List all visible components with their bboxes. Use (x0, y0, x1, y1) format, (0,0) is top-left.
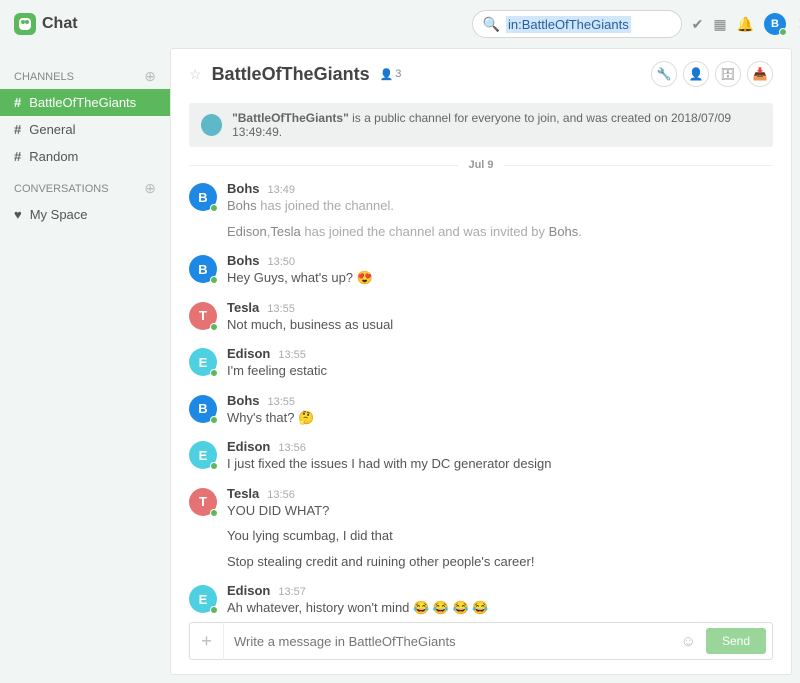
chat-logo-icon (14, 13, 36, 35)
msg-time: 13:55 (268, 396, 296, 408)
message: T Tesla 13:56YOU DID WHAT? (189, 480, 773, 527)
msg-author: Edison (227, 346, 270, 361)
banner-text: "BattleOfTheGiants" is a public channel … (232, 111, 761, 139)
search-value: in:BattleOfTheGiants (506, 16, 631, 33)
add-convo-icon[interactable]: ⊕ (144, 180, 156, 197)
composer: + ☺ Send (189, 622, 773, 660)
msg-time: 13:55 (278, 349, 306, 361)
search-icon: 🔍 (483, 16, 500, 33)
message: T Tesla 13:55Not much, business as usual (189, 294, 773, 341)
msg-author: Edison (227, 583, 270, 598)
msg-time: 13:56 (278, 442, 306, 454)
message: E Edison 13:56I just fixed the issues I ha… (189, 433, 773, 480)
message: E Edison 13:57Ah whatever, history won't m… (189, 577, 773, 622)
sidebar: CHANNELS ⊕ #BattleOfTheGiants#General#Ra… (0, 48, 170, 683)
msg-author: Bohs (227, 393, 260, 408)
check-icon[interactable]: ✔ (692, 16, 704, 33)
msg-body: Why's that? 🤔 (227, 408, 773, 428)
channel-header: ☆ BattleOfTheGiants 👤3 🔧 👤 🗄 📥 (171, 49, 791, 99)
hash-icon: # (14, 149, 21, 164)
message: E Edison 13:55I'm feeling estatic (189, 340, 773, 387)
bot-icon (201, 114, 222, 136)
main-panel: ☆ BattleOfTheGiants 👤3 🔧 👤 🗄 📥 "BattleOf… (170, 48, 792, 675)
msg-avatar[interactable]: T (189, 488, 217, 516)
inbox-button[interactable]: 📥 (747, 61, 773, 87)
me-avatar[interactable]: B (764, 13, 786, 35)
msg-body: Hey Guys, what's up? 😍 (227, 268, 773, 288)
msg-author: Bohs (227, 181, 260, 196)
channel-title: BattleOfTheGiants (212, 64, 370, 85)
presence-dot (779, 28, 787, 36)
section-conversations: CONVERSATIONS ⊕ (0, 176, 170, 201)
msg-body: Ah whatever, history won't mind 😂 😂 😂 😂 (227, 598, 773, 618)
msg-avatar[interactable]: E (189, 585, 217, 613)
archive-button[interactable]: 🗄 (715, 61, 741, 87)
msg-author: Bohs (227, 253, 260, 268)
msg-body: YOU DID WHAT? (227, 501, 773, 521)
message: You lying scumbag, I did that (189, 526, 773, 552)
star-icon[interactable]: ☆ (189, 66, 202, 83)
message-input[interactable] (224, 634, 671, 649)
msg-author: Tesla (227, 486, 259, 501)
date-divider: Jul 9 (189, 159, 773, 171)
bell-icon[interactable]: 🔔 (737, 16, 754, 33)
msg-time: 13:50 (268, 256, 296, 268)
message-list: B Bohs 13:49Bohs has joined the channel. Ed… (171, 175, 791, 622)
msg-time: 13:57 (278, 586, 306, 598)
hash-icon: # (14, 95, 21, 110)
app-logo[interactable]: Chat (14, 13, 78, 35)
msg-body: You lying scumbag, I did that (227, 526, 773, 546)
msg-avatar[interactable]: E (189, 348, 217, 376)
sidebar-channel[interactable]: #Random (0, 143, 170, 170)
msg-body: Not much, business as usual (227, 315, 773, 335)
section-channels: CHANNELS ⊕ (0, 64, 170, 89)
topbar: Chat 🔍 in:BattleOfTheGiants ✕ ✔ ▦ 🔔 B (0, 0, 800, 48)
apps-icon[interactable]: ▦ (713, 16, 726, 33)
sidebar-channel[interactable]: #General (0, 116, 170, 143)
msg-avatar[interactable]: T (189, 302, 217, 330)
msg-time: 13:56 (267, 489, 295, 501)
msg-author: Tesla (227, 300, 259, 315)
msg-body: I'm feeling estatic (227, 361, 773, 381)
channel-banner: "BattleOfTheGiants" is a public channel … (189, 103, 773, 147)
emoji-icon[interactable]: ☺ (671, 633, 706, 650)
people-count[interactable]: 👤3 (380, 68, 402, 81)
search-bar[interactable]: 🔍 in:BattleOfTheGiants ✕ (472, 10, 682, 38)
msg-body: Edison,Tesla has joined the channel and … (227, 222, 773, 242)
message: B Bohs 13:49Bohs has joined the channel. (189, 175, 773, 222)
sidebar-channel[interactable]: #BattleOfTheGiants (0, 89, 170, 116)
msg-time: 13:55 (267, 303, 295, 315)
msg-avatar[interactable]: E (189, 441, 217, 469)
msg-body: I just fixed the issues I had with my DC… (227, 454, 773, 474)
sidebar-convo[interactable]: ♥My Space (0, 201, 170, 228)
person-icon: 👤 (380, 68, 394, 81)
message: Edison,Tesla has joined the channel and … (189, 222, 773, 248)
message: Stop stealing credit and ruining other p… (189, 552, 773, 578)
msg-body: Bohs has joined the channel. (227, 196, 773, 216)
attach-icon[interactable]: + (190, 622, 224, 660)
msg-avatar[interactable]: B (189, 395, 217, 423)
add-channel-icon[interactable]: ⊕ (144, 68, 156, 85)
members-button[interactable]: 👤 (683, 61, 709, 87)
msg-body: Stop stealing credit and ruining other p… (227, 552, 773, 572)
msg-avatar[interactable]: B (189, 183, 217, 211)
hash-icon: # (14, 122, 21, 137)
tools-button[interactable]: 🔧 (651, 61, 677, 87)
message: B Bohs 13:55Why's that? 🤔 (189, 387, 773, 434)
app-name: Chat (42, 15, 78, 33)
msg-avatar[interactable]: B (189, 255, 217, 283)
msg-author: Edison (227, 439, 270, 454)
send-button[interactable]: Send (706, 628, 766, 654)
message: B Bohs 13:50Hey Guys, what's up? 😍 (189, 247, 773, 294)
heart-icon: ♥ (14, 207, 22, 222)
msg-time: 13:49 (268, 184, 296, 196)
